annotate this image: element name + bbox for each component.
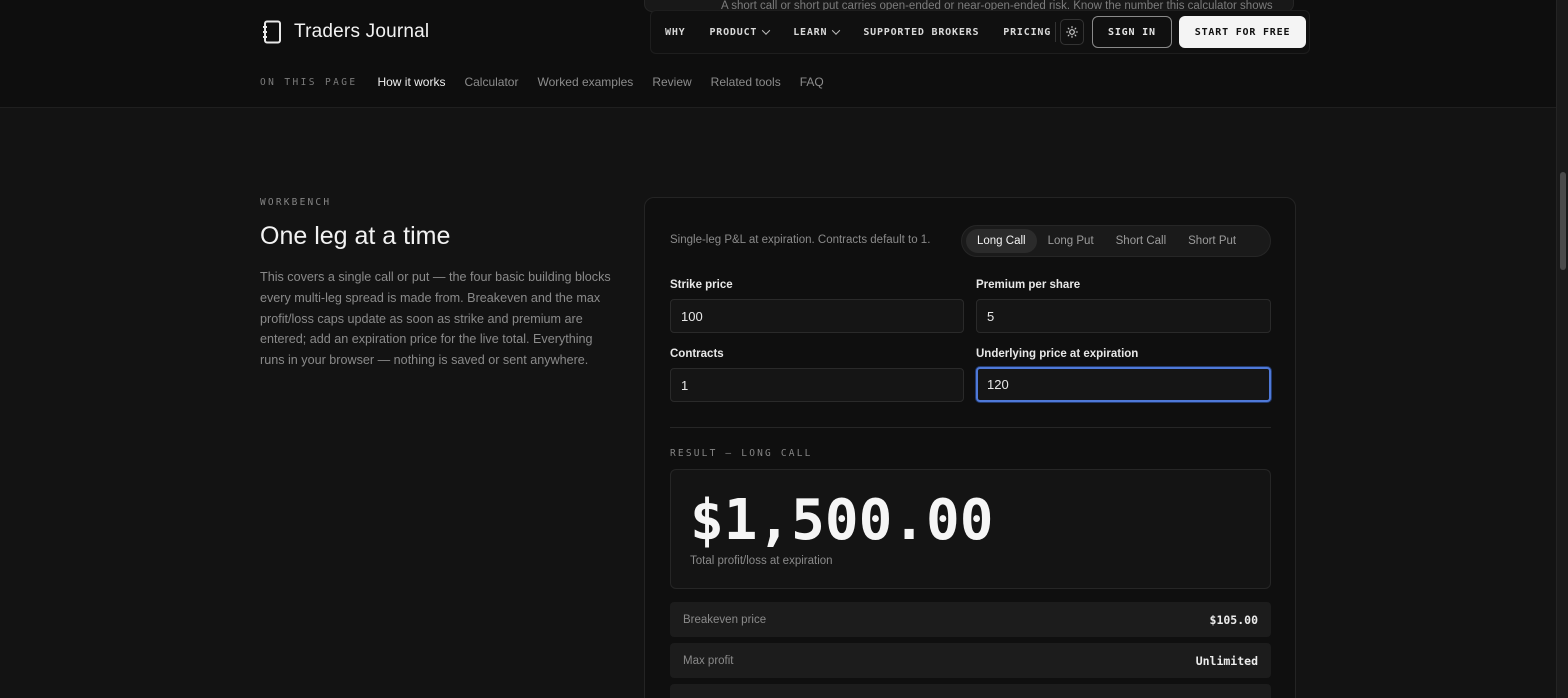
sun-icon [1066,26,1078,38]
main-nav: WHY PRODUCT LEARN SUPPORTED BROKERS PRIC… [650,10,1310,54]
section-eyebrow: WORKBENCH [260,197,332,208]
leg-option-short-call[interactable]: Short Call [1105,229,1178,253]
site-header: A short call or short put carries open-e… [0,0,1556,108]
nav-link-learn[interactable]: LEARN [793,26,841,38]
on-this-page-nav: ON THIS PAGE How it works Calculator Wor… [260,74,843,90]
chevron-down-icon [832,26,841,35]
strike-price-input[interactable]: 100 [670,299,964,333]
stat-label: Breakeven price [683,613,767,626]
toc-link-how-it-works[interactable]: How it works [377,75,445,89]
chevron-down-icon [761,26,771,35]
total-pnl-caption: Total profit/loss at expiration [690,555,833,567]
contracts-input[interactable]: 1 [670,368,964,402]
premium-label: Premium per share [976,279,1081,291]
leg-type-selector: Long Call Long Put Short Call Short Put [961,225,1271,257]
nav-link-why[interactable]: WHY [665,27,685,38]
calculator-card: Single-leg P&L at expiration. Contracts … [644,197,1296,698]
stat-row-breakeven: Breakeven price $105.00 [670,602,1271,637]
theme-toggle-button[interactable] [1060,19,1085,45]
toc-link-worked-examples[interactable]: Worked examples [537,75,633,89]
divider [670,427,1271,428]
on-this-page-label: ON THIS PAGE [260,76,358,88]
sign-in-button[interactable]: SIGN IN [1092,16,1172,48]
start-for-free-button[interactable]: START FOR FREE [1178,16,1307,48]
strike-price-label: Strike price [670,279,733,291]
stat-label: Max profit [683,654,734,667]
leg-option-long-call[interactable]: Long Call [966,229,1037,253]
stat-row-partial [670,684,1271,698]
toc-link-review[interactable]: Review [652,75,691,89]
nav-link-product[interactable]: PRODUCT [709,26,771,38]
section-title: One leg at a time [260,222,451,250]
nav-divider [1055,22,1057,42]
stat-value: Unlimited [1195,653,1258,668]
underlying-price-input[interactable]: 120 [976,367,1271,402]
total-pnl-value: $1,500.00 [690,488,994,553]
notebook-icon [260,19,284,45]
premium-input[interactable]: 5 [976,299,1271,333]
brand-logo[interactable]: Traders Journal [260,18,429,46]
nav-link-pricing[interactable]: PRICING [1003,27,1051,38]
toc-link-faq[interactable]: FAQ [800,75,824,89]
leg-option-short-put[interactable]: Short Put [1177,229,1247,253]
contracts-label: Contracts [670,348,724,360]
brand-name: Traders Journal [294,21,430,42]
underlying-price-label: Underlying price at expiration [976,348,1139,360]
leg-option-long-put[interactable]: Long Put [1037,229,1105,253]
stat-value: $105.00 [1209,612,1258,627]
result-panel: $1,500.00 Total profit/loss at expiratio… [670,469,1271,589]
toc-link-calculator[interactable]: Calculator [464,75,518,89]
toc-link-related-tools[interactable]: Related tools [711,75,781,89]
section-lead: This covers a single call or put — the f… [260,270,611,368]
scrollbar-thumb[interactable] [1560,172,1566,270]
calculator-description: Single-leg P&L at expiration. Contracts … [670,234,931,246]
nav-link-supported-brokers[interactable]: SUPPORTED BROKERS [863,27,979,38]
page-scrollbar[interactable] [1556,0,1568,698]
result-label: RESULT — LONG CALL [670,448,813,459]
stat-row-max-profit: Max profit Unlimited [670,643,1271,678]
